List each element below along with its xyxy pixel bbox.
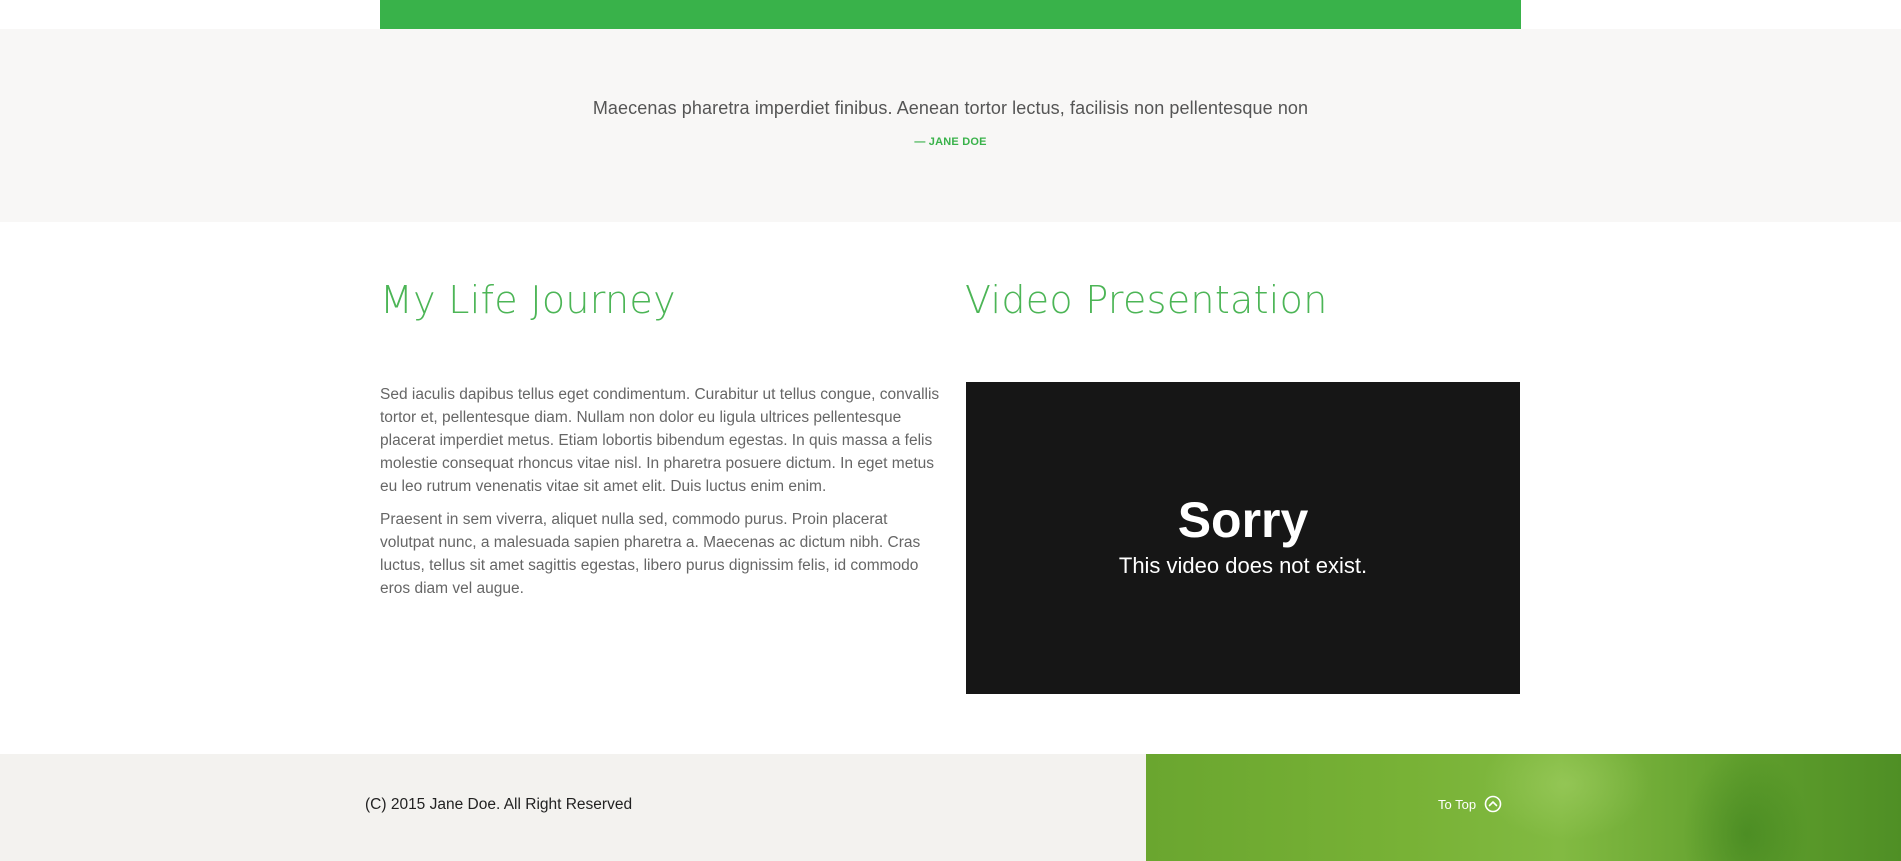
- to-top-link[interactable]: To Top: [1438, 794, 1502, 814]
- life-journey-text: Sed iaculis dapibus tellus eget condimen…: [380, 383, 940, 610]
- chevron-up-circle-icon: [1484, 795, 1502, 813]
- to-top-label: To Top: [1438, 796, 1477, 812]
- top-accent-bar: [380, 0, 1521, 29]
- journey-paragraph: Praesent in sem viverra, aliquet nulla s…: [380, 511, 921, 597]
- journey-paragraph: Sed iaculis dapibus tellus eget condimen…: [380, 386, 940, 495]
- footer-grass-banner: [1146, 754, 1901, 861]
- video-presentation-title: Video Presentation: [965, 278, 1328, 322]
- page: Maecenas pharetra imperdiet finibus. Aen…: [0, 0, 1901, 861]
- video-player[interactable]: Sorry This video does not exist.: [966, 382, 1520, 694]
- video-error-heading: Sorry: [1177, 492, 1309, 548]
- video-error-message: This video does not exist.: [1118, 553, 1368, 578]
- copyright-text: (C) 2015 Jane Doe. All Right Reserved: [365, 796, 633, 813]
- testimonial-quote: Maecenas pharetra imperdiet finibus. Aen…: [592, 98, 1309, 118]
- testimonial-band: [0, 29, 1901, 222]
- life-journey-title: My Life Journey: [380, 278, 676, 322]
- testimonial-author: — JANE DOE: [914, 136, 987, 148]
